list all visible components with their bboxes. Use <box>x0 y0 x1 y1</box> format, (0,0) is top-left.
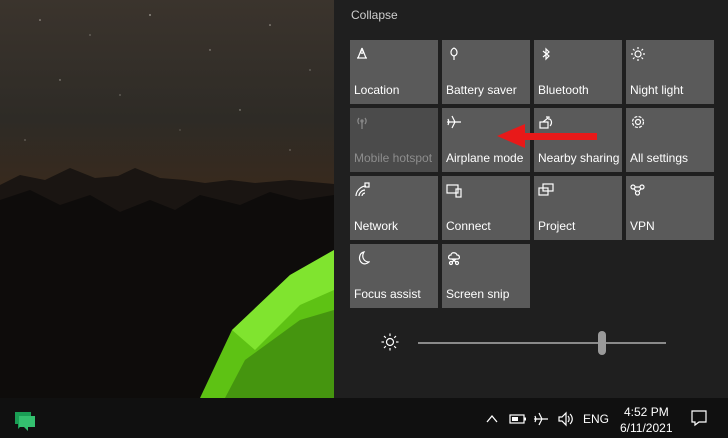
tile-label: Airplane mode <box>446 151 524 165</box>
location-icon <box>357 47 367 59</box>
tile-battery-saver[interactable]: Battery saver <box>442 40 530 104</box>
red-arrow-annotation <box>497 124 597 148</box>
tile-location[interactable]: Location <box>350 40 438 104</box>
tile-connect[interactable]: Connect <box>442 176 530 240</box>
brightness-slider-thumb[interactable] <box>597 331 606 355</box>
tile-focus-assist[interactable]: Focus assist <box>350 244 438 308</box>
battery-icon[interactable] <box>509 413 527 425</box>
google-chat-icon[interactable] <box>13 410 37 432</box>
tile-label: Bluetooth <box>538 83 589 97</box>
tile-network[interactable]: Network <box>350 176 438 240</box>
tile-label: Location <box>354 83 400 97</box>
tile-label: Screen snip <box>446 287 510 301</box>
tile-screen-snip[interactable]: Screen snip <box>442 244 530 308</box>
brightness-icon <box>381 333 399 351</box>
tile-label: Project <box>538 219 576 233</box>
bluetooth-icon <box>542 47 550 61</box>
tile-mobile-hotspot[interactable]: Mobile hotspot <box>350 108 438 172</box>
tile-all-settings[interactable]: All settings <box>626 108 714 172</box>
screen-snip-icon <box>448 252 460 266</box>
gear-icon <box>631 115 645 129</box>
tile-night-light[interactable]: Night light <box>626 40 714 104</box>
tile-label: Network <box>354 219 399 233</box>
brightness-slider-track[interactable] <box>418 342 666 344</box>
tile-label: Battery saver <box>446 83 517 97</box>
chevron-up-icon[interactable] <box>485 413 499 425</box>
clock-time[interactable]: 4:52 PM <box>624 405 669 419</box>
tile-label: Mobile hotspot <box>354 151 433 165</box>
airplane-icon <box>447 115 461 129</box>
night-light-icon <box>631 47 645 61</box>
moon-icon <box>358 251 370 265</box>
taskbar <box>0 398 728 438</box>
tile-project[interactable]: Project <box>534 176 622 240</box>
network-icon <box>355 182 370 197</box>
tile-label: Focus assist <box>354 287 421 301</box>
tile-label: VPN <box>630 219 655 233</box>
volume-icon[interactable] <box>557 411 575 427</box>
tile-label: Nearby sharing <box>538 151 620 165</box>
airplane-tray-icon[interactable] <box>533 411 549 427</box>
input-language[interactable]: ENG <box>583 412 609 426</box>
mobile-hotspot-icon <box>357 117 367 129</box>
vpn-icon <box>630 184 645 196</box>
project-icon <box>538 183 554 196</box>
desktop-wallpaper <box>0 0 334 398</box>
battery-saver-icon <box>450 47 458 60</box>
tile-label: Connect <box>446 219 491 233</box>
notification-icon[interactable] <box>690 409 708 427</box>
tile-bluetooth[interactable]: Bluetooth <box>534 40 622 104</box>
clock-date[interactable]: 6/11/2021 <box>620 421 673 435</box>
collapse-link[interactable]: Collapse <box>351 8 398 22</box>
tile-label: All settings <box>630 151 689 165</box>
connect-icon <box>446 184 462 198</box>
tile-label: Night light <box>630 83 684 97</box>
tile-vpn[interactable]: VPN <box>626 176 714 240</box>
